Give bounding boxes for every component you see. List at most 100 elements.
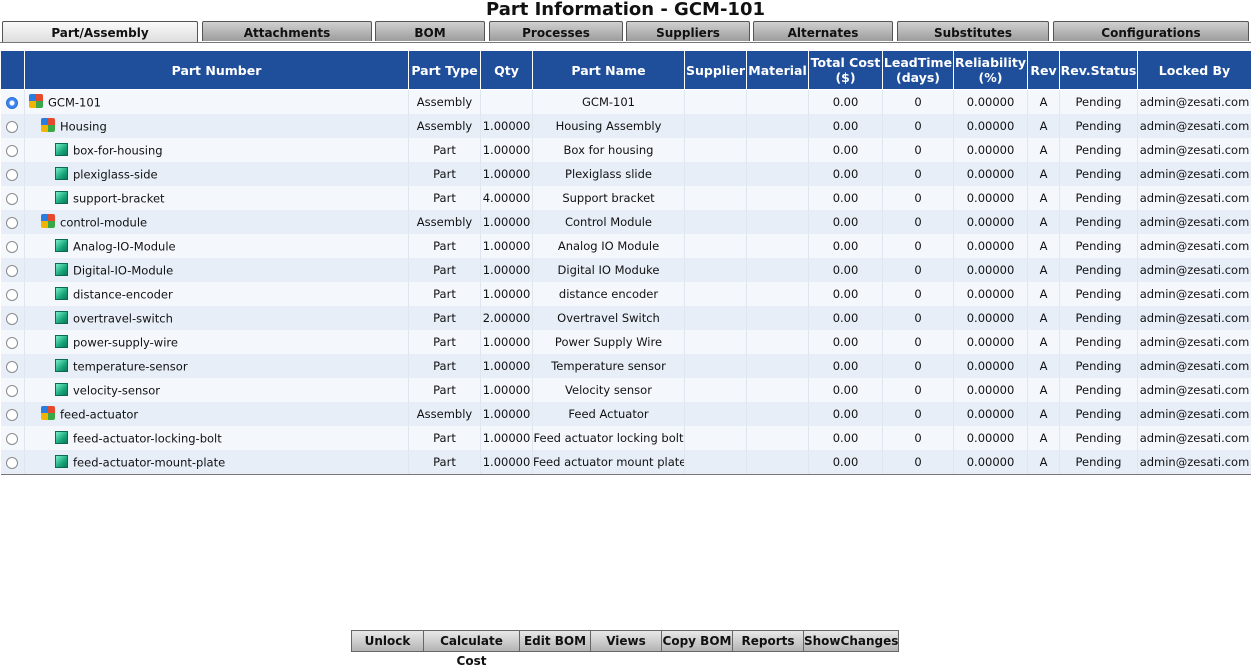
part-number-link[interactable]: power-supply-wire <box>73 335 178 349</box>
tab-configurations[interactable]: Configurations <box>1053 21 1249 41</box>
tab-part-assembly[interactable]: Part/Assembly <box>2 21 198 43</box>
table-row[interactable]: overtravel-switchPart2.00000Overtravel S… <box>1 306 1251 330</box>
part-number-link[interactable]: box-for-housing <box>73 143 163 157</box>
part-number-cell: control-module <box>25 210 409 234</box>
part-icon <box>55 431 68 444</box>
column-header-reliability[interactable]: Reliability (%) <box>954 51 1028 90</box>
column-header-rev[interactable]: Rev <box>1028 51 1060 90</box>
row-select-radio[interactable] <box>6 385 18 397</box>
table-row[interactable]: feed-actuatorAssembly1.00000Feed Actuato… <box>1 402 1251 426</box>
column-header-part-name[interactable]: Part Name <box>533 51 685 90</box>
part-number-link[interactable]: control-module <box>60 216 147 230</box>
part-number-cell: box-for-housing <box>25 138 409 162</box>
row-select-radio[interactable] <box>6 289 18 301</box>
table-row[interactable]: temperature-sensorPart1.00000Temperature… <box>1 354 1251 378</box>
rev-cell: A <box>1028 90 1060 115</box>
row-select-radio[interactable] <box>6 193 18 205</box>
rev-status-cell: Pending <box>1060 234 1138 258</box>
part-number-link[interactable]: Analog-IO-Module <box>73 239 176 253</box>
material-cell <box>747 186 809 210</box>
tab-alternates[interactable]: Alternates <box>753 21 893 41</box>
row-select-radio[interactable] <box>6 265 18 277</box>
rev-status-cell: Pending <box>1060 306 1138 330</box>
rev-status-cell: Pending <box>1060 90 1138 115</box>
table-row[interactable]: control-moduleAssembly1.00000Control Mod… <box>1 210 1251 234</box>
unlock-button[interactable]: Unlock <box>351 630 424 652</box>
part-number-link[interactable]: feed-actuator <box>60 408 138 422</box>
row-select-radio[interactable] <box>6 337 18 349</box>
part-number-link[interactable]: feed-actuator-mount-plate <box>73 455 225 469</box>
tab-processes[interactable]: Processes <box>489 21 623 41</box>
part-number-cell: feed-actuator-locking-bolt <box>25 426 409 450</box>
row-select-radio[interactable] <box>6 241 18 253</box>
edit-bom-button[interactable]: Edit BOM <box>519 630 591 652</box>
table-row[interactable]: plexiglass-sidePart1.00000Plexiglass sli… <box>1 162 1251 186</box>
table-row[interactable]: velocity-sensorPart1.00000Velocity senso… <box>1 378 1251 402</box>
column-header-material[interactable]: Material <box>747 51 809 90</box>
table-row[interactable]: Analog-IO-ModulePart1.00000Analog IO Mod… <box>1 234 1251 258</box>
table-row[interactable]: box-for-housingPart1.00000Box for housin… <box>1 138 1251 162</box>
rev-cell: A <box>1028 306 1060 330</box>
tab-substitutes[interactable]: Substitutes <box>897 21 1049 41</box>
column-header-qty[interactable]: Qty <box>481 51 533 90</box>
lead-time-cell: 0 <box>883 138 954 162</box>
column-header-locked-by[interactable]: Locked By <box>1138 51 1251 90</box>
table-row[interactable]: GCM-101AssemblyGCM-1010.0000.00000APendi… <box>1 90 1251 115</box>
tab-attachments[interactable]: Attachments <box>202 21 372 41</box>
row-select-radio[interactable] <box>6 409 18 421</box>
row-select-radio[interactable] <box>6 121 18 133</box>
row-select-radio[interactable] <box>6 433 18 445</box>
row-select-radio[interactable] <box>6 169 18 181</box>
table-row[interactable]: HousingAssembly1.00000Housing Assembly0.… <box>1 114 1251 138</box>
copy-bom-button[interactable]: Copy BOM <box>661 630 733 652</box>
column-header-part-number[interactable]: Part Number <box>25 51 409 90</box>
column-header-rev-status[interactable]: Rev.Status <box>1060 51 1138 90</box>
part-number-link[interactable]: overtravel-switch <box>73 311 173 325</box>
part-number-link[interactable]: velocity-sensor <box>73 383 160 397</box>
show-changes-button[interactable]: ShowChanges <box>803 630 899 652</box>
part-number-link[interactable]: temperature-sensor <box>73 359 188 373</box>
row-select-radio[interactable] <box>6 361 18 373</box>
row-select-cell <box>1 402 25 426</box>
column-header-lead-time[interactable]: LeadTime (days) <box>883 51 954 90</box>
table-row[interactable]: distance-encoderPart1.00000distance enco… <box>1 282 1251 306</box>
part-number-cell: plexiglass-side <box>25 162 409 186</box>
tab-bom[interactable]: BOM <box>375 21 485 41</box>
part-type-cell: Part <box>409 282 481 306</box>
part-number-link[interactable]: Housing <box>60 120 107 134</box>
lead-time-cell: 0 <box>883 90 954 115</box>
column-header-total-cost[interactable]: Total Cost ($) <box>809 51 883 90</box>
table-row[interactable]: support-bracketPart4.00000Support bracke… <box>1 186 1251 210</box>
views-button[interactable]: Views <box>590 630 662 652</box>
part-number-link[interactable]: support-bracket <box>73 191 165 205</box>
table-row[interactable]: feed-actuator-locking-boltPart1.00000Fee… <box>1 426 1251 450</box>
total-cost-cell: 0.00 <box>809 354 883 378</box>
row-select-cell <box>1 114 25 138</box>
part-number-link[interactable]: GCM-101 <box>48 96 101 110</box>
row-select-cell <box>1 186 25 210</box>
part-name-cell: distance encoder <box>533 282 685 306</box>
reliability-cell: 0.00000 <box>954 330 1028 354</box>
part-type-cell: Part <box>409 186 481 210</box>
part-number-link[interactable]: plexiglass-side <box>73 167 158 181</box>
reports-button[interactable]: Reports <box>732 630 804 652</box>
table-row[interactable]: Digital-IO-ModulePart1.00000Digital IO M… <box>1 258 1251 282</box>
row-select-radio[interactable] <box>6 145 18 157</box>
column-header-supplier[interactable]: Supplier <box>685 51 747 90</box>
table-row[interactable]: feed-actuator-mount-platePart1.00000Feed… <box>1 450 1251 475</box>
part-number-link[interactable]: distance-encoder <box>73 287 173 301</box>
row-select-radio[interactable] <box>6 97 18 109</box>
row-select-radio[interactable] <box>6 217 18 229</box>
table-row[interactable]: power-supply-wirePart1.00000Power Supply… <box>1 330 1251 354</box>
calculate-cost-button[interactable]: Calculate Cost <box>423 630 520 652</box>
part-type-cell: Part <box>409 162 481 186</box>
rev-cell: A <box>1028 450 1060 475</box>
row-select-radio[interactable] <box>6 457 18 469</box>
column-header-part-type[interactable]: Part Type <box>409 51 481 90</box>
row-select-radio[interactable] <box>6 313 18 325</box>
part-number-link[interactable]: Digital-IO-Module <box>73 263 173 277</box>
part-number-link[interactable]: feed-actuator-locking-bolt <box>73 431 222 445</box>
reliability-cell: 0.00000 <box>954 282 1028 306</box>
total-cost-cell: 0.00 <box>809 258 883 282</box>
tab-suppliers[interactable]: Suppliers <box>626 21 750 41</box>
